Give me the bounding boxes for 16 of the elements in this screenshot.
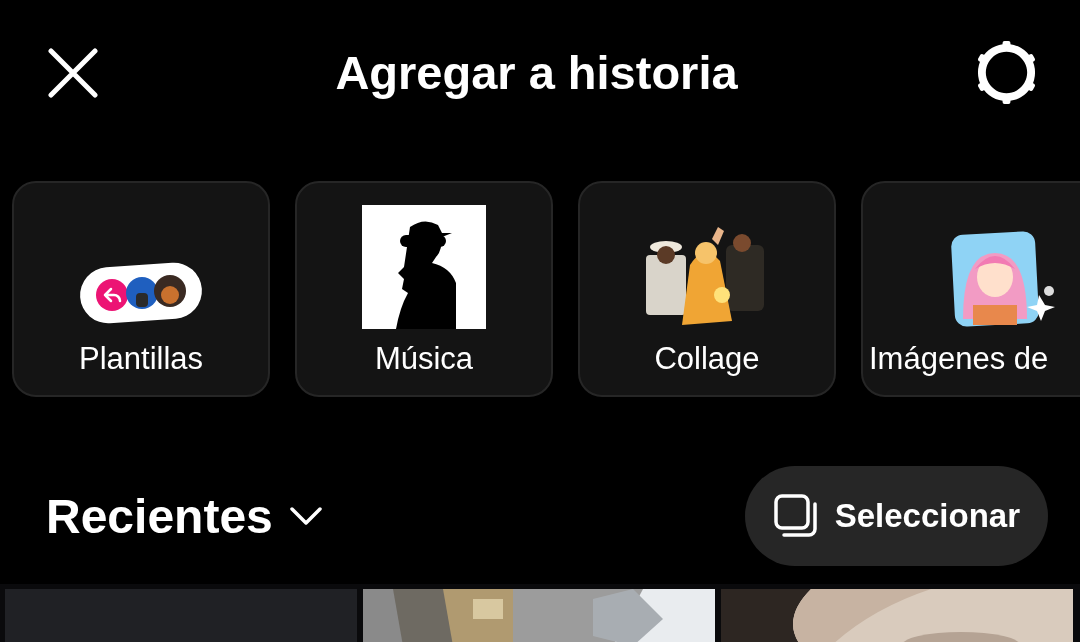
screen-title: Agregar a historia <box>335 45 738 100</box>
shortcut-card[interactable]: Imágenes de <box>861 181 1080 397</box>
card-label: Imágenes de <box>869 341 1049 377</box>
multiple-squares-icon <box>772 493 819 539</box>
card-label: Música <box>374 341 474 377</box>
shortcut-card[interactable]: Collage <box>578 181 836 397</box>
card-label: Plantillas <box>78 341 204 377</box>
select-button[interactable]: Seleccionar <box>744 466 1048 566</box>
card-label: Collage <box>654 341 760 377</box>
album-title[interactable]: Recientes <box>46 488 273 544</box>
shortcut-card[interactable]: Plantillas <box>12 181 270 397</box>
settings-icon[interactable] <box>975 41 1038 104</box>
empty-tile[interactable] <box>5 589 357 642</box>
close-icon[interactable] <box>48 47 98 98</box>
chevron-down-icon[interactable] <box>288 506 323 526</box>
shortcut-card[interactable]: Música <box>295 181 553 397</box>
